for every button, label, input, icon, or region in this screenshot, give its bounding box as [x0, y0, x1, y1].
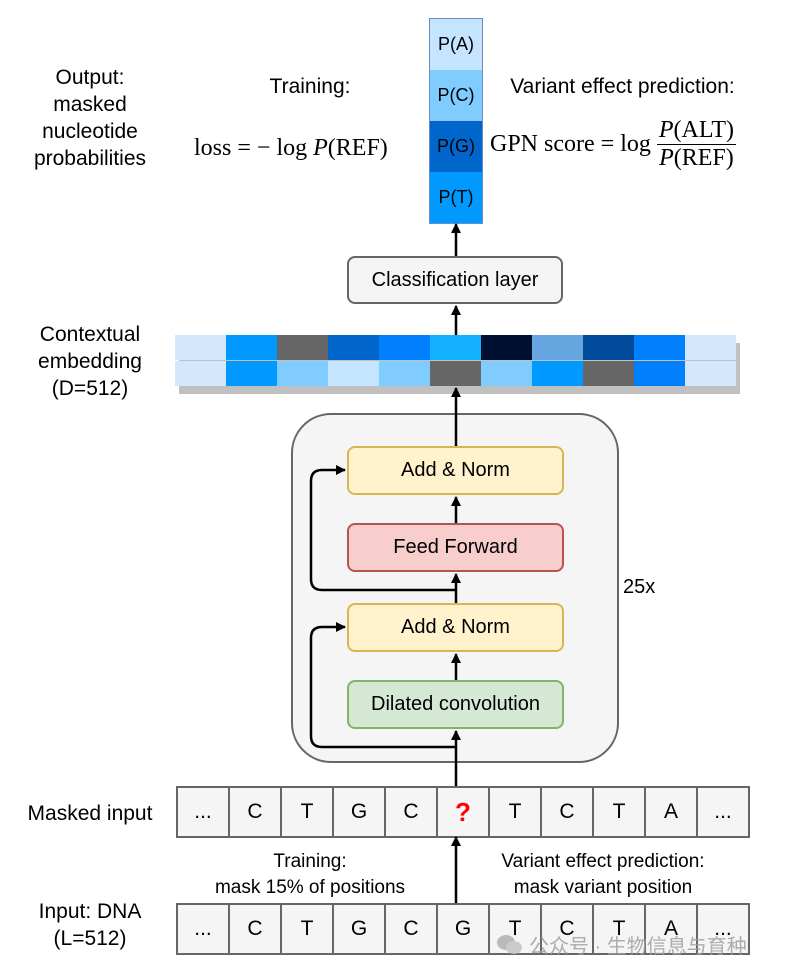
residual-top [309, 465, 456, 592]
connectors [309, 223, 461, 903]
residual-bottom [309, 622, 456, 749]
